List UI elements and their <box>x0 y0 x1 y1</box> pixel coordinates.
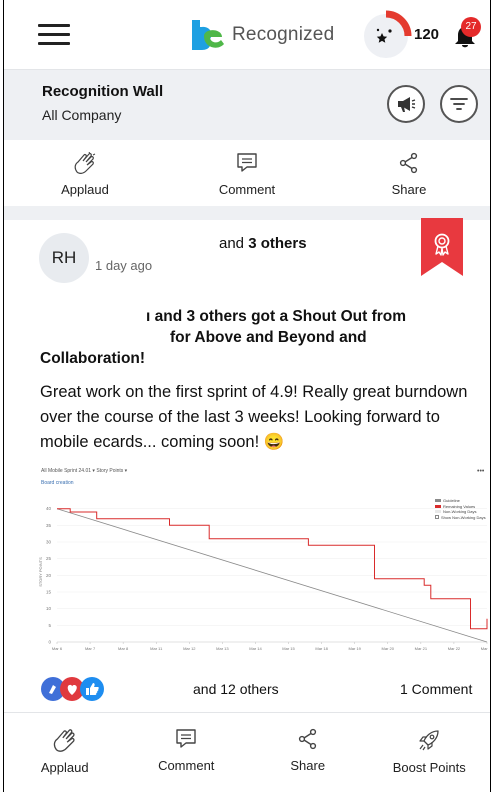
share-icon <box>298 728 316 750</box>
logo-text: Recognized <box>232 24 335 45</box>
x-tick-label: Mar 13 <box>216 646 229 651</box>
y-tick-label: 40 <box>46 506 52 511</box>
applaud-button[interactable]: Applaud <box>4 152 166 197</box>
notification-badge: 27 <box>461 17 481 37</box>
y-tick-label: 0 <box>48 640 51 645</box>
comment-button[interactable]: Comment <box>166 152 328 197</box>
plot-area <box>57 502 487 642</box>
legend-item: Show Non-Working Days <box>435 515 486 521</box>
points-value: 120 <box>414 26 440 43</box>
chart-more-icon[interactable]: ••• <box>477 468 484 475</box>
share-button[interactable]: Share <box>247 728 369 775</box>
comment-icon <box>176 729 196 748</box>
boost-points-button[interactable]: Boost Points <box>369 728 491 775</box>
x-tick-label: Mar 18 <box>315 646 328 651</box>
y-tick-label: 15 <box>46 590 52 595</box>
boost-points-label: Boost Points <box>392 760 466 775</box>
comment-button[interactable]: Comment <box>126 728 248 775</box>
x-tick-label: Mar 12 <box>183 646 196 651</box>
shout-line-3: Collaboration! <box>40 350 146 367</box>
wall-header: Recognition Wall All Company <box>4 70 490 140</box>
y-tick-label: 20 <box>46 573 52 578</box>
x-tick-label: Mar 20 <box>382 646 395 651</box>
wall-actions: Applaud Comment Share <box>4 152 490 197</box>
share-icon <box>399 152 418 174</box>
app-frame: Recognized 120 27 Recognition Wall All C… <box>3 0 491 792</box>
avatar[interactable]: RH <box>39 233 89 283</box>
award-ribbon-icon <box>421 218 463 276</box>
chart-legend: Guideline Remaining Values Non-Working D… <box>435 498 486 520</box>
share-button[interactable]: Share <box>328 152 490 197</box>
shout-out-heading: ı and 3 others got a Shout Out from for … <box>40 306 480 369</box>
shout-line-2: for Above and Beyond and <box>170 329 367 346</box>
clap-icon <box>53 729 75 752</box>
chart-title: All Mobile Sprint 24.01 ▾ Story Points ▾ <box>41 468 128 474</box>
share-label: Share <box>391 182 427 197</box>
rocket-icon <box>419 730 439 751</box>
x-tick-label: Mar 14 <box>249 646 262 651</box>
x-tick-label: Mar 25 <box>481 646 489 651</box>
chart-plot: 40 35 30 25 20 15 10 5 0 STORY POINTS Mar 6 Mar 7 Ma… <box>38 502 490 651</box>
announce-button[interactable] <box>387 85 425 123</box>
x-tick-label: Mar 8 <box>118 646 129 651</box>
burndown-chart[interactable]: All Mobile Sprint 24.01 ▾ Story Points ▾… <box>37 466 490 660</box>
wall-subtitle[interactable]: All Company <box>42 107 121 123</box>
post-message: Great work on the first sprint of 4.9! R… <box>40 383 468 451</box>
comment-label: Comment <box>218 182 276 197</box>
app-logo: Recognized <box>188 18 334 52</box>
filter-icon <box>450 98 468 110</box>
x-tick-label: Mar 21 <box>415 646 428 651</box>
reactions-text[interactable]: and 12 others <box>193 681 279 697</box>
x-tick-label: Mar 11 <box>150 646 163 651</box>
x-tick-label: Mar 15 <box>282 646 295 651</box>
y-tick-label: 35 <box>46 523 52 528</box>
applaud-button[interactable]: Applaud <box>4 728 126 775</box>
shout-line-1: ı and 3 others got a Shout Out from <box>146 308 407 325</box>
comment-count[interactable]: 1 Comment <box>400 681 472 697</box>
share-label: Share <box>290 758 326 773</box>
section-divider <box>4 206 490 220</box>
y-axis-label: STORY POINTS <box>38 557 43 587</box>
reactions-stack[interactable] <box>40 676 110 702</box>
post-time: 1 day ago <box>95 258 153 273</box>
be-logo-icon <box>192 20 224 50</box>
y-tick-label: 30 <box>46 540 52 545</box>
hamburger-icon[interactable] <box>38 24 70 46</box>
points-ring-icon[interactable] <box>360 10 412 62</box>
post-header: and 3 others <box>219 235 307 252</box>
wall-title: Recognition Wall <box>42 83 164 100</box>
y-tick-label: 10 <box>46 606 52 611</box>
post-actions: Applaud Comment Share Boost Points <box>4 728 490 775</box>
filter-button[interactable] <box>440 85 478 123</box>
chart-subtitle: Board creation <box>41 480 74 486</box>
post-header-plain: and <box>219 235 249 252</box>
y-tick-label: 25 <box>46 556 52 561</box>
x-tick-label: Mar 7 <box>85 646 96 651</box>
applaud-label: Applaud <box>61 182 109 197</box>
comment-icon <box>237 153 257 172</box>
x-tick-label: Mar 19 <box>348 646 361 651</box>
applaud-label: Applaud <box>40 760 89 775</box>
x-tick-label: Mar 6 <box>52 646 63 651</box>
comment-label: Comment <box>158 758 215 773</box>
megaphone-icon <box>398 97 416 112</box>
divider <box>4 712 490 713</box>
clap-icon <box>74 152 96 174</box>
x-tick-label: Mar 22 <box>448 646 461 651</box>
post-header-others[interactable]: 3 others <box>248 235 306 252</box>
y-tick-label: 5 <box>48 623 51 628</box>
top-bar: Recognized 120 27 <box>4 0 490 70</box>
